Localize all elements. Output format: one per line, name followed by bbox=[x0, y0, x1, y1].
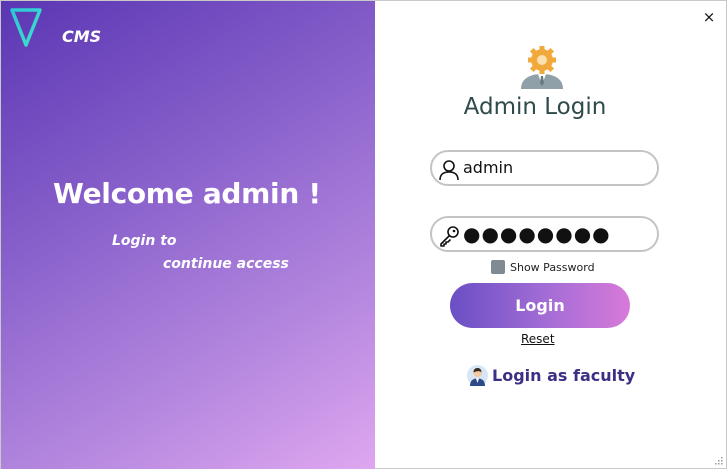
username-input[interactable]: admin bbox=[430, 150, 659, 186]
user-icon bbox=[439, 160, 459, 181]
login-as-faculty-link[interactable]: Login as faculty bbox=[467, 364, 635, 386]
login-button[interactable]: Login bbox=[450, 283, 630, 328]
triangle-logo-icon bbox=[10, 8, 42, 47]
welcome-subtitle-line1: Login to bbox=[112, 233, 177, 249]
welcome-heading: Welcome admin ! bbox=[53, 177, 321, 210]
key-icon bbox=[440, 226, 459, 247]
password-masked-value: ●●●●●●●● bbox=[463, 222, 611, 246]
app-name: CMS bbox=[62, 27, 102, 46]
reset-link[interactable]: Reset bbox=[521, 332, 555, 346]
welcome-panel: CMS Welcome admin ! Login to continue ac… bbox=[1, 1, 375, 469]
password-input[interactable]: ●●●●●●●● bbox=[430, 216, 659, 252]
faculty-link-label: Login as faculty bbox=[492, 365, 636, 385]
login-window: CMS Welcome admin ! Login to continue ac… bbox=[0, 0, 727, 469]
show-password-toggle[interactable]: Show Password bbox=[491, 259, 595, 275]
faculty-avatar-icon bbox=[467, 364, 488, 386]
show-password-label: Show Password bbox=[510, 260, 595, 274]
login-title: Admin Login bbox=[463, 94, 607, 120]
admin-gear-avatar-icon bbox=[521, 46, 563, 89]
resize-grip-icon[interactable] bbox=[713, 455, 723, 465]
close-button[interactable]: × bbox=[702, 9, 716, 25]
username-value: admin bbox=[463, 158, 514, 177]
show-password-checkbox[interactable] bbox=[491, 260, 505, 274]
welcome-subtitle-line2: continue access bbox=[163, 256, 289, 272]
